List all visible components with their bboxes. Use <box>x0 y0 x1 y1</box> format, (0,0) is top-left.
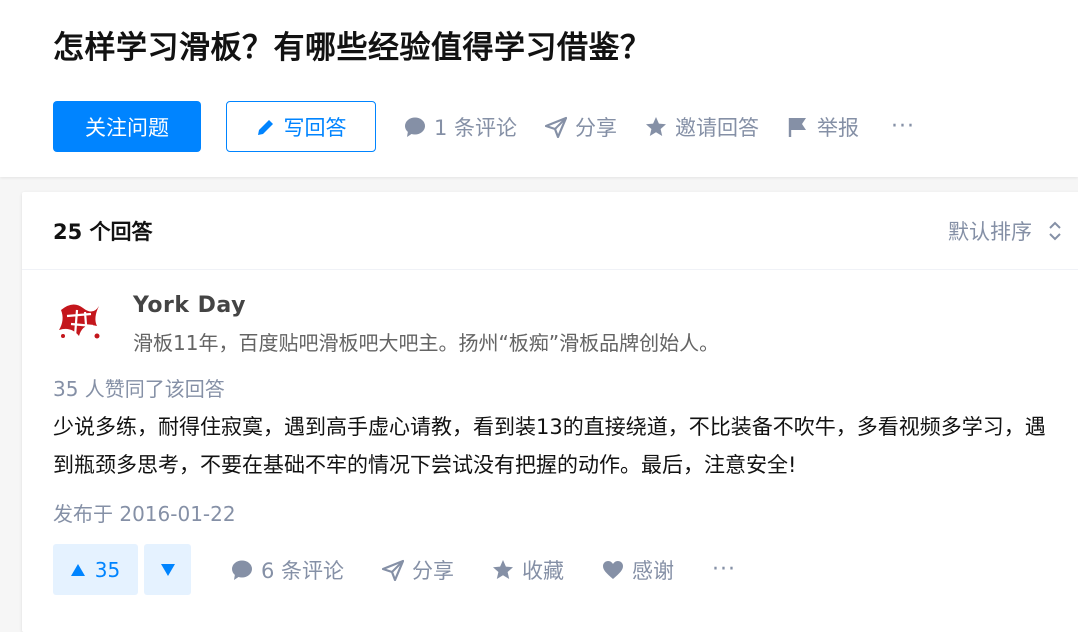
answer-date[interactable]: 发布于 2016-01-22 <box>53 498 236 527</box>
answer-share-label: 分享 <box>412 558 455 583</box>
heart-icon <box>603 560 624 579</box>
write-answer-label: 写回答 <box>283 115 347 140</box>
share-icon <box>382 559 405 581</box>
sort-dropdown[interactable]: 默认排序 <box>948 216 1062 246</box>
answer-more-button[interactable]: ··· <box>712 557 736 582</box>
write-answer-button[interactable]: 写回答 <box>226 101 376 152</box>
upvote-button[interactable]: 35 <box>53 544 138 595</box>
follow-question-button[interactable]: 关注问题 <box>53 101 201 152</box>
comment-icon <box>405 117 425 137</box>
question-actions: 关注问题 写回答 1 条评论 分享 邀请回答 举报 ··· <box>53 101 915 152</box>
sort-label: 默认排序 <box>948 220 1032 244</box>
thanks-label: 感谢 <box>632 558 675 583</box>
answer-comments-label: 6 条评论 <box>261 558 345 583</box>
flag-icon <box>788 117 807 137</box>
invite-answer-label: 邀请回答 <box>675 115 760 140</box>
thanks-button[interactable]: 感谢 <box>602 555 674 585</box>
answer-count: 25 个回答 <box>53 220 153 244</box>
comment-icon <box>232 560 252 580</box>
question-header: 怎样学习滑板？有哪些经验值得学习借鉴？ 关注问题 写回答 1 条评论 分享 邀请… <box>0 0 1078 177</box>
star-icon <box>493 559 514 579</box>
upvote-summary[interactable]: 35 人赞同了该回答 <box>53 373 225 402</box>
triangle-down-icon <box>160 563 175 576</box>
sort-icon <box>1049 221 1061 241</box>
report-button[interactable]: 举报 <box>787 112 859 142</box>
answer-share-button[interactable]: 分享 <box>382 555 454 585</box>
answer-content: 少说多练，耐得住寂寞，遇到高手虚心请教，看到装13的直接绕道，不比装备不吹牛，多… <box>53 415 1046 477</box>
question-comments-button[interactable]: 1 条评论 <box>404 112 517 142</box>
collect-button[interactable]: 收藏 <box>492 555 564 585</box>
answer-author: York Day 滑板11年，百度贴吧滑板吧大吧主。扬州“板痴”滑板品牌创始人。 <box>53 292 1053 362</box>
question-title: 怎样学习滑板？有哪些经验值得学习借鉴？ <box>53 30 652 66</box>
answers-card: 25 个回答 默认排序 York Day 滑板11年，百度贴吧滑板吧大吧主。扬州… <box>22 192 1078 632</box>
triangle-up-icon <box>70 563 85 576</box>
author-name[interactable]: York Day <box>133 293 246 318</box>
report-label: 举报 <box>817 115 860 140</box>
invite-answer-button[interactable]: 邀请回答 <box>645 112 759 142</box>
share-icon <box>545 116 568 138</box>
upvote-count: 35 <box>94 557 121 582</box>
pencil-icon <box>257 119 273 135</box>
author-bio: 滑板11年，百度贴吧滑板吧大吧主。扬州“板痴”滑板品牌创始人。 <box>133 331 720 355</box>
collect-label: 收藏 <box>522 558 565 583</box>
question-share-label: 分享 <box>575 115 618 140</box>
question-comments-label: 1 条评论 <box>434 115 518 140</box>
answer-comments-button[interactable]: 6 条评论 <box>231 555 344 585</box>
question-more-button[interactable]: ··· <box>891 114 915 139</box>
answers-header: 25 个回答 默认排序 <box>22 192 1078 270</box>
answer-actions: 35 6 条评论 分享 收藏 感谢 ··· <box>53 544 736 595</box>
avatar[interactable] <box>53 296 105 348</box>
downvote-button[interactable] <box>144 544 191 595</box>
question-share-button[interactable]: 分享 <box>545 112 617 142</box>
star-icon <box>646 116 667 136</box>
